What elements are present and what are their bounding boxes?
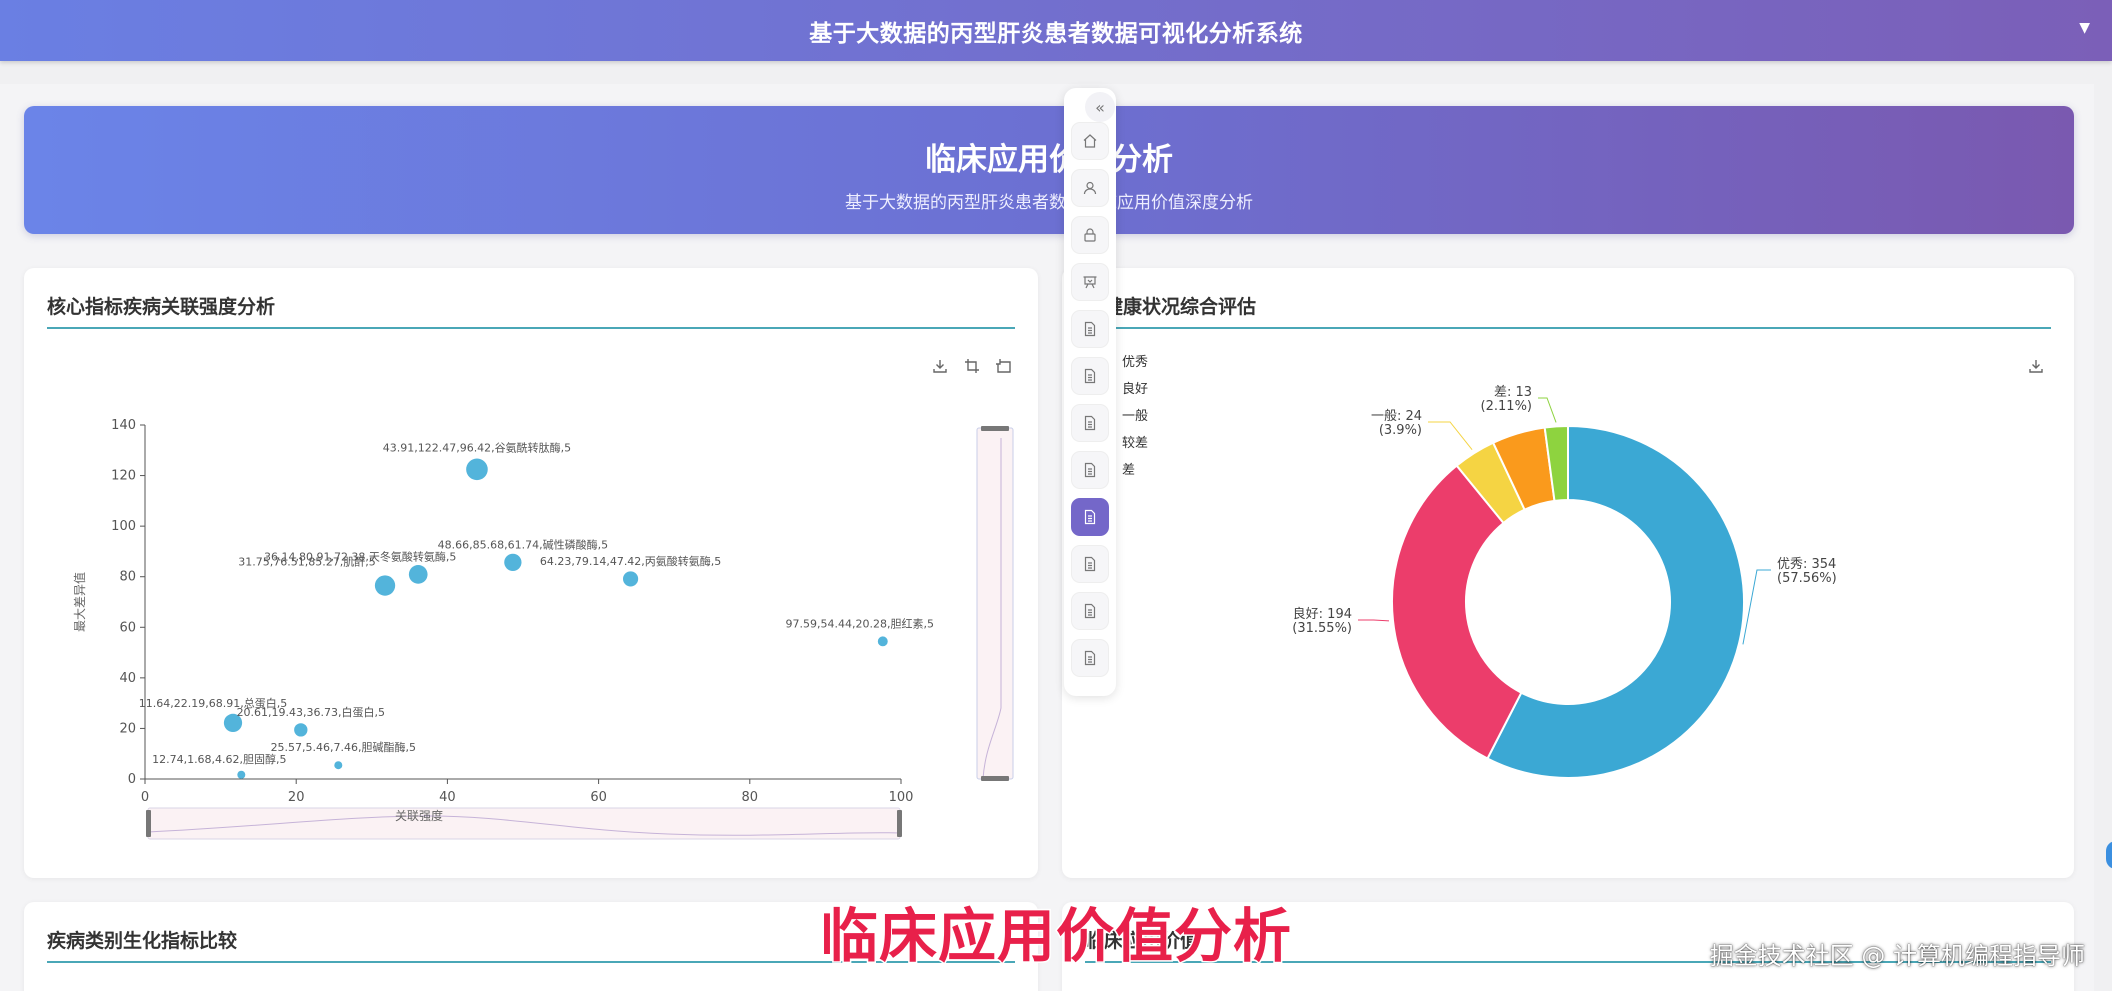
floating-sidebar: « [1064, 88, 1116, 696]
point-label: 25.57,5.46,7.46,胆碱酯酶,5 [271, 741, 416, 754]
slice-percent-label: (31.55%) [1292, 621, 1352, 636]
point-label: 43.91,122.47,96.42,谷氨酰转肽酶,5 [383, 440, 571, 454]
hero-subtitle: 基于大数据的丙型肝炎患者数据临床应用价值深度分析 [845, 193, 1253, 213]
zoom-handle-left [146, 810, 151, 837]
point-label: 64.23,79.14,47.42,丙氨酸转氨酶,5 [540, 554, 721, 568]
user-nav-button[interactable] [1071, 169, 1109, 207]
document-icon [1084, 650, 1096, 666]
slice-percent-label: (3.9%) [1379, 423, 1422, 438]
document-nav-button[interactable] [1071, 639, 1109, 677]
document-nav-button-active[interactable] [1071, 498, 1109, 536]
document-icon [1084, 462, 1096, 478]
app-header: 基于大数据的丙型肝炎患者数据可视化分析系统 ▼ [0, 0, 2112, 61]
label-leader-line [1742, 569, 1771, 645]
vzoom-handle-bottom [981, 776, 1009, 781]
presentation-icon [1083, 276, 1097, 289]
document-icon [1084, 415, 1096, 431]
document-icon [1084, 368, 1096, 384]
scatter-chart[interactable]: 0 20 40 60 80 100 120 140 0 20 40 60 80 100 最大差异值 43.91… [24, 268, 1038, 878]
zoom-handle-right [897, 810, 902, 837]
chevron-down-icon[interactable]: ▼ [2079, 20, 2090, 36]
y-tick-label: 100 [111, 519, 136, 534]
x-axis-label: 关联强度 [395, 808, 443, 823]
y-tick-label: 60 [119, 620, 136, 635]
y-tick-label: 80 [119, 570, 136, 585]
document-nav-button[interactable] [1071, 451, 1109, 489]
x-tick-label: 40 [439, 790, 456, 805]
x-tick-label: 0 [141, 790, 149, 805]
slice-label: 良好: 194 [1293, 606, 1352, 622]
document-nav-button[interactable] [1071, 310, 1109, 348]
label-leader-line [1358, 619, 1390, 622]
label-leader-line [1428, 421, 1473, 450]
vzoom-slider-track [976, 427, 1014, 780]
document-nav-button[interactable] [1071, 357, 1109, 395]
legend-item[interactable]: 一般 [1122, 408, 1148, 435]
scatter-point [466, 458, 488, 481]
y-tick-label: 20 [119, 721, 136, 736]
scatter-point [408, 565, 428, 584]
card-title: 疾病类别生化指标比较 [47, 930, 238, 952]
legend-item[interactable]: 较差 [1122, 435, 1148, 462]
document-icon [1084, 321, 1096, 337]
y-tick-label: 140 [111, 418, 136, 433]
point-label: 12.74,1.68,4.62,胆固醇,5 [152, 752, 286, 766]
scatter-point [374, 575, 396, 596]
scatter-point [877, 636, 888, 647]
vzoom-handle-top [981, 426, 1009, 431]
legend-item[interactable]: 优秀 [1122, 354, 1148, 381]
slice-label: 差: 13 [1494, 385, 1532, 400]
pie-card: 肝健康状况综合评估 优秀: 354 (57.56%) 良好: 194 (31.55%)… [1062, 268, 2074, 878]
scatter-point [623, 571, 639, 587]
scatter-point [334, 761, 343, 770]
slice-percent-label: (57.56%) [1777, 571, 1837, 586]
floating-edge-button[interactable] [2106, 841, 2112, 869]
presentation-nav-button[interactable] [1071, 263, 1109, 301]
y-axis-label: 最大差异值 [72, 572, 87, 632]
y-tick-label: 40 [119, 671, 136, 686]
legend-item[interactable]: 良好 [1122, 381, 1148, 408]
hero-banner: 临床应用价值分析 基于大数据的丙型肝炎患者数据临床应用价值深度分析 [24, 106, 2074, 234]
app-title: 基于大数据的丙型肝炎患者数据可视化分析系统 [809, 20, 1303, 47]
lock-icon [1084, 228, 1096, 242]
legend-item[interactable]: 差 [1122, 462, 1148, 489]
slice-label: 优秀: 354 [1777, 557, 1836, 572]
scatter-point [237, 770, 246, 779]
home-nav-button[interactable] [1071, 122, 1109, 160]
label-leader-line [1538, 397, 1557, 423]
home-icon [1083, 134, 1097, 148]
point-label: 20.61,19.43,36.73,白蛋白,5 [237, 705, 385, 719]
document-icon [1084, 556, 1096, 572]
x-tick-label: 80 [742, 790, 759, 805]
x-tick-label: 60 [590, 790, 607, 805]
video-subtitle: 临床应用价值分析 [818, 901, 1293, 972]
point-label: 48.66,85.68,61.74,碱性磷酸酶,5 [438, 537, 608, 551]
hero-title: 临床应用价值分析 [925, 142, 1173, 178]
document-nav-button[interactable] [1071, 404, 1109, 442]
slice-percent-label: (2.11%) [1481, 399, 1532, 414]
x-tick-label: 20 [288, 790, 305, 805]
collapse-icon[interactable]: « [1085, 92, 1115, 122]
y-tick-label: 120 [111, 469, 136, 484]
document-icon [1084, 603, 1096, 619]
donut-chart[interactable]: 优秀: 354(57.56%) 良好: 194(31.55%) 一般: 24(3.9… [1062, 268, 2074, 878]
scatter-point [294, 723, 308, 737]
document-icon [1084, 509, 1096, 525]
slice-label: 一般: 24 [1371, 408, 1422, 424]
lock-nav-button[interactable] [1071, 216, 1109, 254]
point-label: 31.75,76.51,85.27,肌酐,5 [238, 556, 375, 569]
pie-legend: 优秀 良好 一般 较差 差 [1122, 354, 1148, 489]
x-tick-label: 100 [889, 790, 914, 805]
scatter-card: 核心指标疾病关联强度分析 0 20 40 60 80 100 120 140 0 20 40 60 80… [24, 268, 1038, 878]
watermark: 掘金技术社区 @ 计算机编程指导师 [1709, 942, 2085, 970]
y-tick-label: 0 [128, 772, 136, 787]
scatter-point [504, 553, 522, 571]
user-icon [1083, 181, 1097, 195]
point-label: 97.59,54.44,20.28,胆红素,5 [786, 617, 934, 630]
document-nav-button[interactable] [1071, 545, 1109, 583]
document-nav-button[interactable] [1071, 592, 1109, 630]
